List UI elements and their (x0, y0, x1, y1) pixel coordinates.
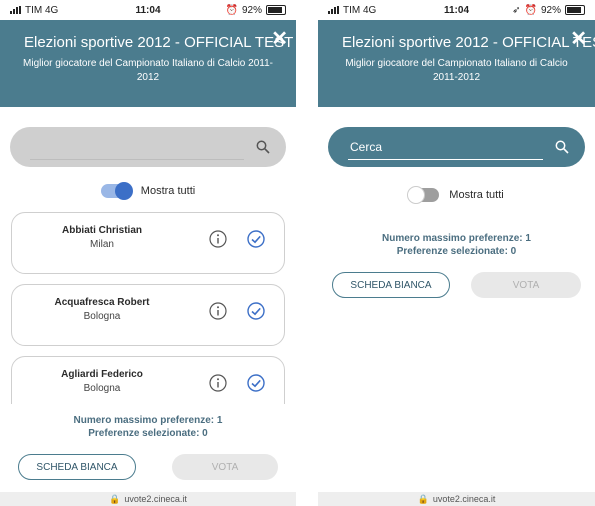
check-circle-icon[interactable] (246, 229, 266, 249)
info-icon[interactable] (208, 301, 228, 321)
page-title: Elezioni sportive 2012 - OFFICIAL TEST (342, 34, 595, 51)
header: Elezioni sportive 2012 - OFFICIAL TEST M… (0, 20, 296, 107)
action-buttons: SCHEDA BIANCA VOTA (0, 454, 296, 480)
location-icon: ➶ (512, 4, 521, 16)
show-all-switch[interactable] (407, 186, 440, 204)
vote-button[interactable]: VOTA (471, 272, 581, 298)
candidate-team: Bologna (83, 311, 121, 322)
search-bar (328, 127, 585, 167)
show-all-toggle-row: Mostra tutti (0, 182, 296, 200)
url-bar: 🔒 uvote2.cineca.it (318, 492, 595, 506)
candidate-team: Bologna (83, 383, 121, 394)
search-bar (10, 127, 286, 167)
show-all-label: Mostra tutti (140, 185, 196, 197)
bottom-panel: Numero massimo preferenze: 1 Preferenze … (0, 404, 296, 492)
page-subtitle: Miglior giocatore del Campionato Italian… (23, 58, 273, 83)
phone-left: TIM 4G 11:04 ⏰ 92% Elezioni sportive 201… (0, 0, 296, 506)
show-all-switch[interactable] (100, 182, 133, 200)
lock-icon: 🔒 (417, 493, 429, 504)
candidate-card: Agliardi Federico Bologna (11, 356, 285, 404)
battery-label: 92% (241, 4, 262, 16)
candidate-name: Agliardi Federico (61, 369, 143, 380)
show-all-toggle-row: Mostra tutti (318, 186, 595, 204)
alarm-icon: ⏰ (225, 4, 238, 16)
candidate-name: Acquafresca Robert (54, 297, 150, 308)
page-title: Elezioni sportive 2012 - OFFICIAL TEST (24, 34, 294, 51)
search-input[interactable] (348, 134, 543, 160)
alarm-icon: ⏰ (524, 4, 537, 16)
blank-ballot-button[interactable]: SCHEDA BIANCA (332, 272, 450, 298)
close-icon[interactable]: ✕ (570, 26, 587, 51)
info-icon[interactable] (208, 229, 228, 249)
selected-preferences-text: Preferenze selezionate: 0 (396, 246, 517, 257)
switch-knob (407, 186, 426, 204)
lock-icon: 🔒 (109, 493, 121, 504)
search-icon[interactable] (252, 136, 274, 158)
show-all-label: Mostra tutti (449, 189, 504, 201)
battery-icon (565, 5, 585, 15)
close-icon[interactable]: ✕ (271, 26, 288, 51)
search-icon[interactable] (551, 136, 573, 158)
vote-button[interactable]: VOTA (172, 454, 278, 480)
candidate-list: Abbiati Christian Milan Acquafresca Robe… (11, 212, 285, 404)
url-bar: 🔒 uvote2.cineca.it (0, 492, 296, 506)
header: Elezioni sportive 2012 - OFFICIAL TEST M… (318, 20, 595, 107)
phone-right: TIM 4G 11:04 ➶ ⏰ 92% Elezioni sportive 2… (318, 0, 595, 506)
selected-preferences-text: Preferenze selezionate: 0 (88, 428, 208, 439)
battery-icon (266, 5, 286, 15)
blank-ballot-button[interactable]: SCHEDA BIANCA (18, 454, 136, 480)
battery-status: ➶ ⏰ 92% (512, 5, 585, 16)
page-subtitle: Miglior giocatore del Campionato Italian… (345, 58, 568, 83)
info-icon[interactable] (208, 373, 228, 393)
check-circle-icon[interactable] (246, 373, 266, 393)
max-preferences-text: Numero massimo preferenze: 1 (382, 233, 531, 244)
battery-status: ⏰ 92% (226, 5, 286, 16)
search-input[interactable] (30, 134, 244, 160)
preferences-panel: Numero massimo preferenze: 1 Preferenze … (318, 232, 595, 312)
candidate-name: Abbiati Christian (61, 225, 142, 236)
action-buttons: SCHEDA BIANCA VOTA (318, 272, 595, 298)
candidate-card: Acquafresca Robert Bologna (11, 284, 285, 346)
max-preferences-text: Numero massimo preferenze: 1 (73, 415, 223, 426)
battery-label: 92% (540, 4, 561, 16)
url-text: uvote2.cineca.it (124, 494, 187, 504)
url-text: uvote2.cineca.it (432, 494, 496, 504)
status-bar: TIM 4G 11:04 ⏰ 92% (0, 0, 296, 20)
switch-knob (114, 182, 133, 200)
status-bar: TIM 4G 11:04 ➶ ⏰ 92% (318, 0, 595, 20)
candidate-team: Milan (90, 239, 114, 250)
candidate-card: Abbiati Christian Milan (11, 212, 285, 274)
check-circle-icon[interactable] (246, 301, 266, 321)
